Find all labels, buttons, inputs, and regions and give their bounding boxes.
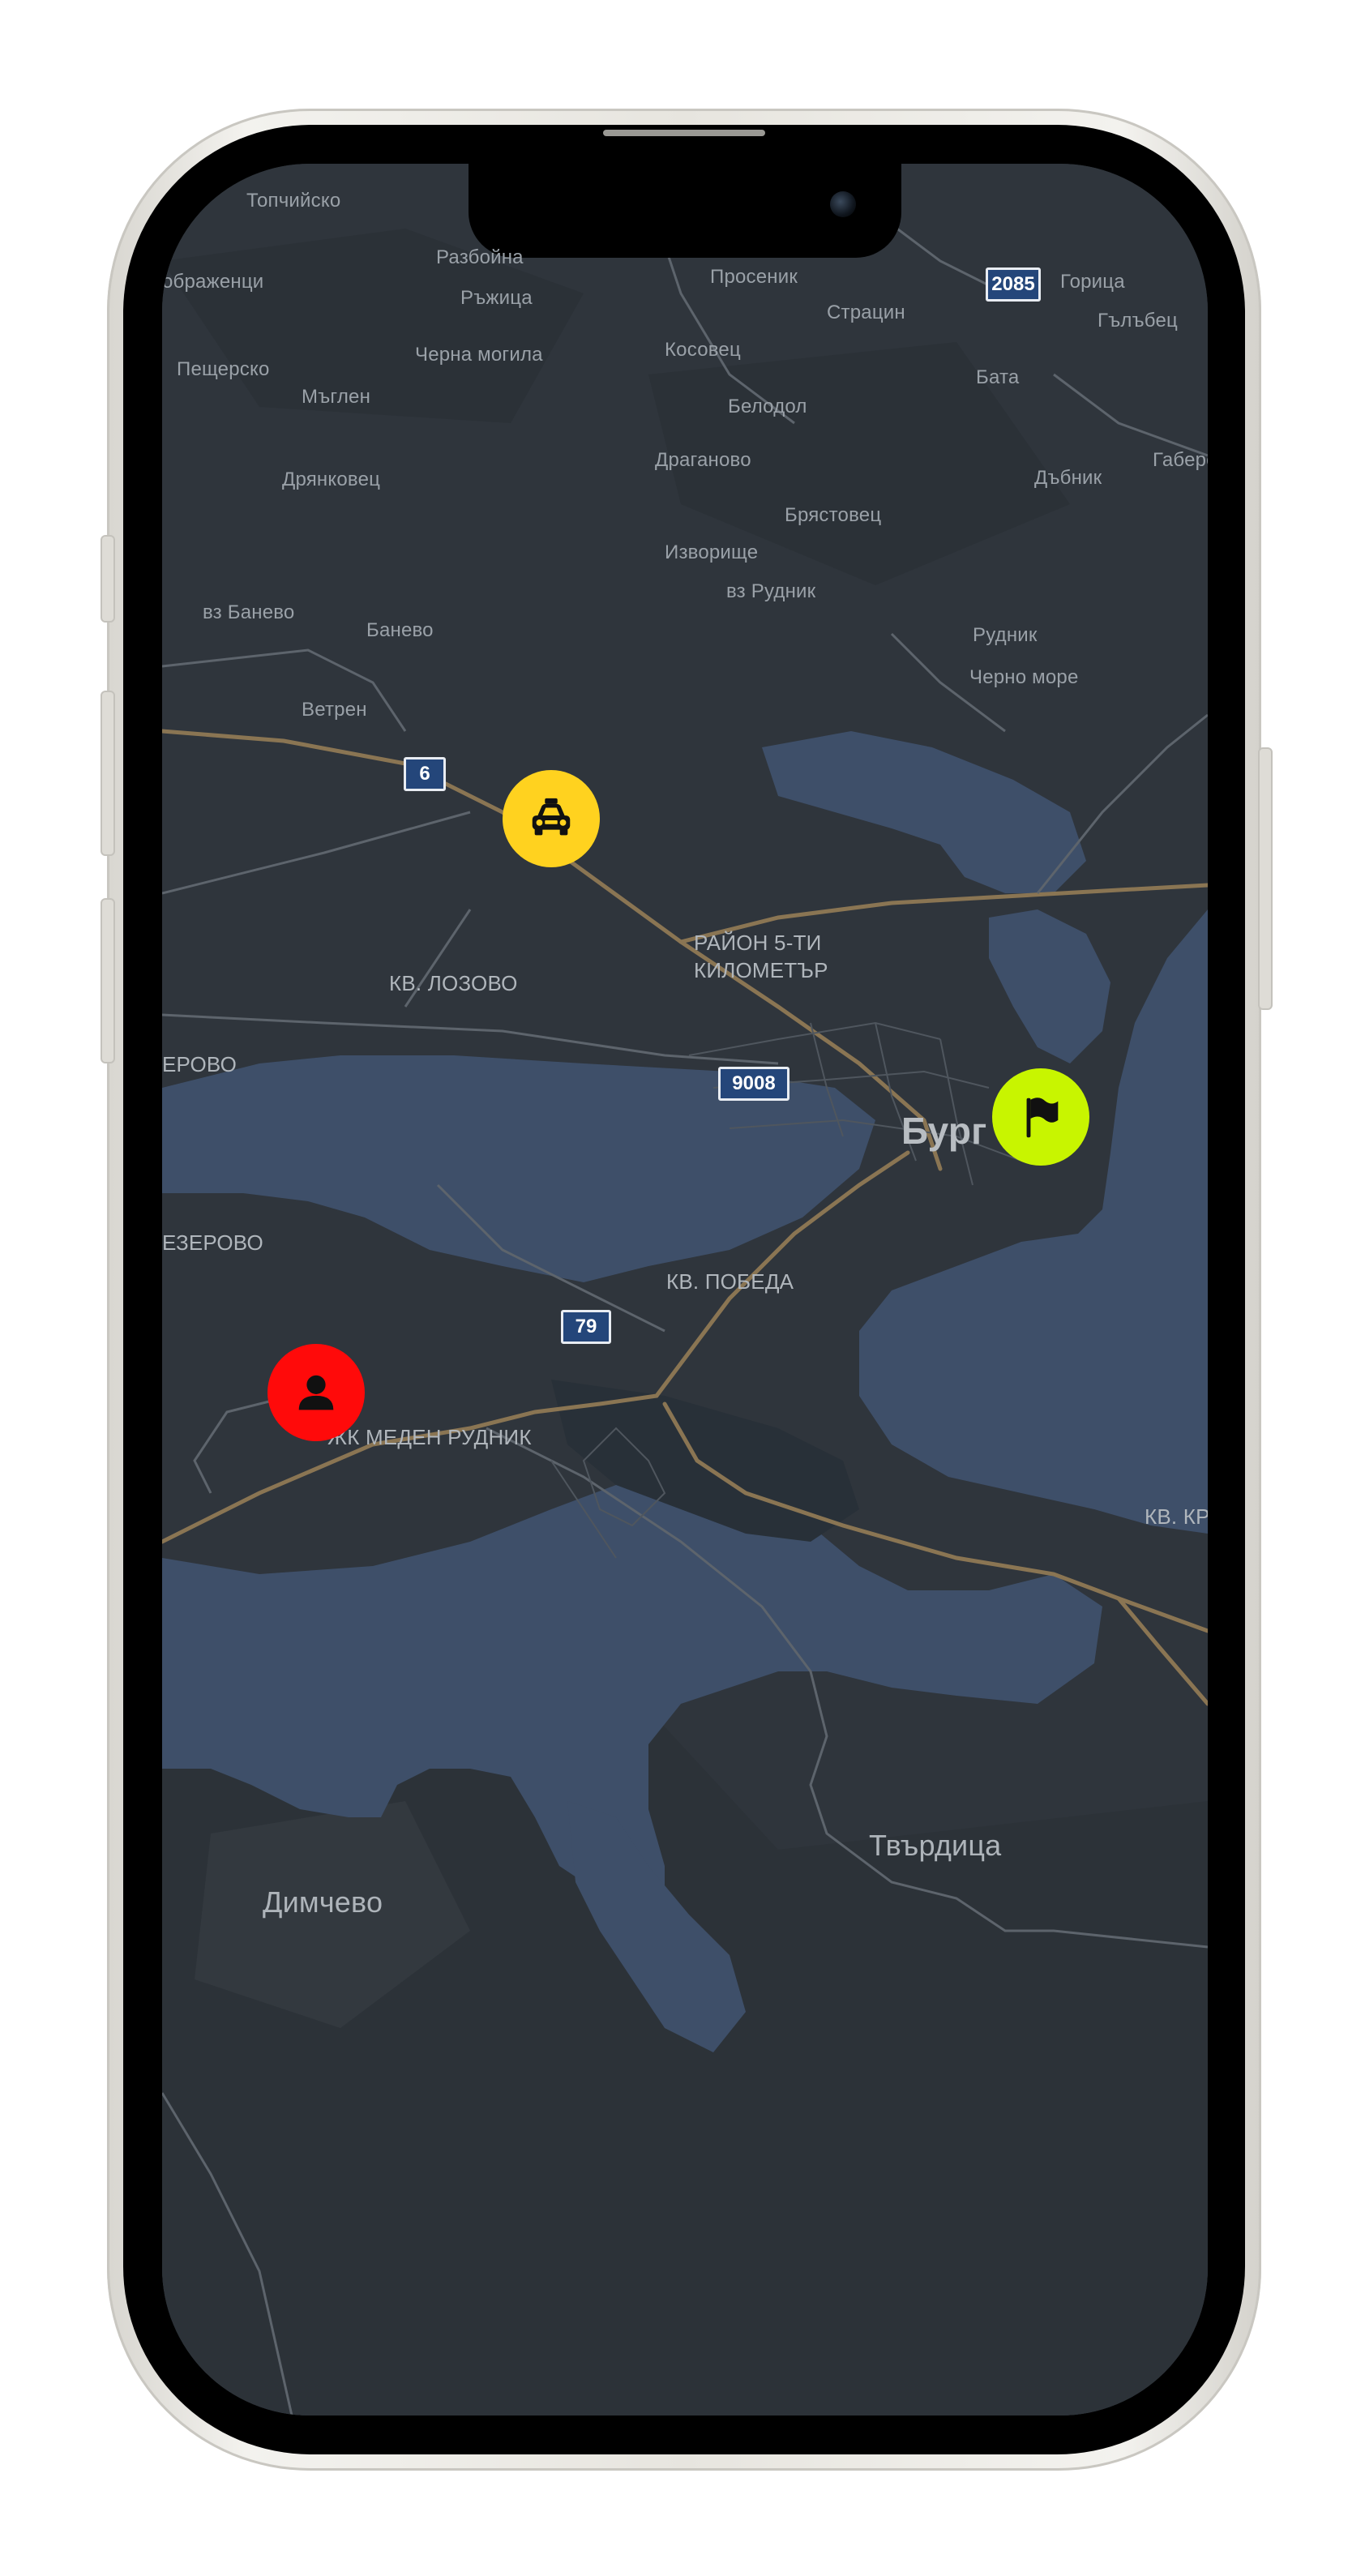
destination-marker[interactable]: [992, 1068, 1089, 1166]
earpiece-speaker: [603, 130, 765, 136]
label-topchiysko: Топчийско: [246, 190, 341, 212]
label-bata: Бата: [976, 366, 1020, 388]
label-kv-lozovo: КВ. ЛОЗОВО: [389, 971, 518, 995]
label-gorica: Горица: [1060, 271, 1125, 293]
label-prosenik: Просеник: [710, 266, 798, 288]
label-erovo: ЕРОВО: [162, 1052, 237, 1076]
label-dryankovets: Дрянковец: [282, 469, 381, 490]
user-marker[interactable]: [267, 1344, 365, 1441]
label-bryastovets: Брястовец: [785, 504, 882, 526]
person-icon: [298, 1375, 334, 1410]
label-galabets: Гълъбец: [1098, 310, 1178, 332]
flag-icon: [1026, 1098, 1059, 1138]
taxi-marker[interactable]: [503, 770, 600, 867]
label-cherna-mogila: Черна могила: [415, 344, 543, 366]
label-belodol: Белодол: [728, 396, 807, 417]
label-rudnik: Рудник: [973, 624, 1038, 646]
label-kv-pobeda: КВ. ПОБЕДА: [666, 1269, 794, 1294]
road-shield-2085: 2085: [986, 267, 1041, 302]
label-maglen: Мъглен: [302, 386, 371, 408]
label-rayon-5ti-2: КИЛОМЕТЪР: [694, 958, 828, 982]
label-razhitsa: Ръжица: [460, 287, 533, 309]
volume-up-button: [101, 691, 115, 856]
label-cherno-more: Черно море: [969, 666, 1079, 688]
label-rayon-5ti-1: РАЙОН 5-ТИ: [694, 931, 822, 955]
power-button: [1258, 747, 1273, 1010]
label-razboyna: Разбойна: [436, 246, 524, 268]
label-stratsin: Страцин: [827, 302, 905, 323]
label-dabnik: Дъбник: [1034, 467, 1102, 489]
label-draganovo: Драганово: [655, 449, 751, 471]
label-vz-banevo: вз Банево: [203, 601, 295, 623]
label-meden-rudnik: ЖК МЕДЕН РУДНИК: [327, 1425, 532, 1449]
road-shield-6: 6: [404, 757, 446, 791]
label-burgas: Бург: [901, 1110, 987, 1152]
label-peshtersko: Пещерско: [177, 358, 270, 380]
label-izvorishte: Изворище: [665, 541, 759, 563]
label-vetren: Ветрен: [302, 699, 367, 721]
front-camera: [830, 191, 856, 217]
road-shield-9008: 9008: [718, 1067, 789, 1101]
label-ezerovo: ЕЗЕРОВО: [162, 1230, 263, 1255]
label-dimchevo: Димчево: [263, 1885, 383, 1919]
label-tvarditsa: Твърдица: [869, 1829, 1002, 1862]
label-gabero: Габеро: [1153, 449, 1208, 471]
screen-notch: [469, 164, 901, 258]
map-screen[interactable]: Топчийско Разбойна ображенци Ръжица Прос…: [162, 164, 1208, 2416]
label-kv-kr: КВ. КР: [1145, 1504, 1208, 1529]
label-vz-rudnik: вз Рудник: [726, 580, 816, 602]
road-shield-79: 79: [561, 1310, 611, 1344]
label-banevo: Банево: [366, 619, 434, 641]
taxi-icon: [532, 798, 571, 836]
label-preobrazhentsi: ображенци: [162, 271, 264, 293]
volume-down-button: [101, 898, 115, 1063]
silent-switch: [101, 535, 115, 623]
label-kosovets: Косовец: [665, 339, 741, 361]
